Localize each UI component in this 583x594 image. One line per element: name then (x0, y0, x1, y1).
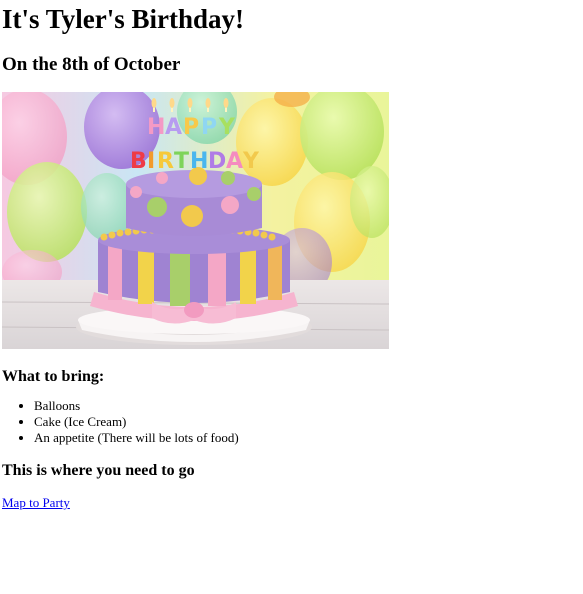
svg-text:H: H (147, 115, 165, 140)
map-to-party-link[interactable]: Map to Party (2, 495, 70, 510)
list-item: Cake (Ice Cream) (34, 414, 581, 430)
bring-heading: What to bring: (2, 368, 105, 385)
map-link-paragraph: Map to Party (2, 495, 581, 511)
birthday-cake-image: H A P P Y B I R T H D A Y (2, 92, 389, 349)
svg-text:I: I (147, 149, 155, 174)
list-item: An appetite (There will be lots of food) (34, 430, 581, 446)
svg-text:A: A (165, 115, 182, 140)
svg-text:Y: Y (242, 149, 260, 174)
svg-text:T: T (174, 149, 189, 174)
svg-text:A: A (226, 149, 243, 174)
svg-text:H: H (190, 149, 208, 174)
svg-text:P: P (201, 115, 217, 140)
page-content: It's Tyler's Birthday! On the 8th of Oct… (0, 0, 583, 511)
svg-text:P: P (183, 115, 199, 140)
svg-text:B: B (130, 149, 147, 174)
directions-heading: This is where you need to go (2, 462, 195, 479)
page-subtitle: On the 8th of October (2, 54, 181, 75)
svg-text:Y: Y (218, 115, 236, 140)
list-item: Balloons (34, 398, 581, 414)
page-title: It's Tyler's Birthday! (2, 4, 245, 34)
svg-text:D: D (208, 149, 226, 174)
svg-text:R: R (157, 149, 174, 174)
bring-list: Balloons Cake (Ice Cream) An appetite (T… (2, 398, 581, 446)
